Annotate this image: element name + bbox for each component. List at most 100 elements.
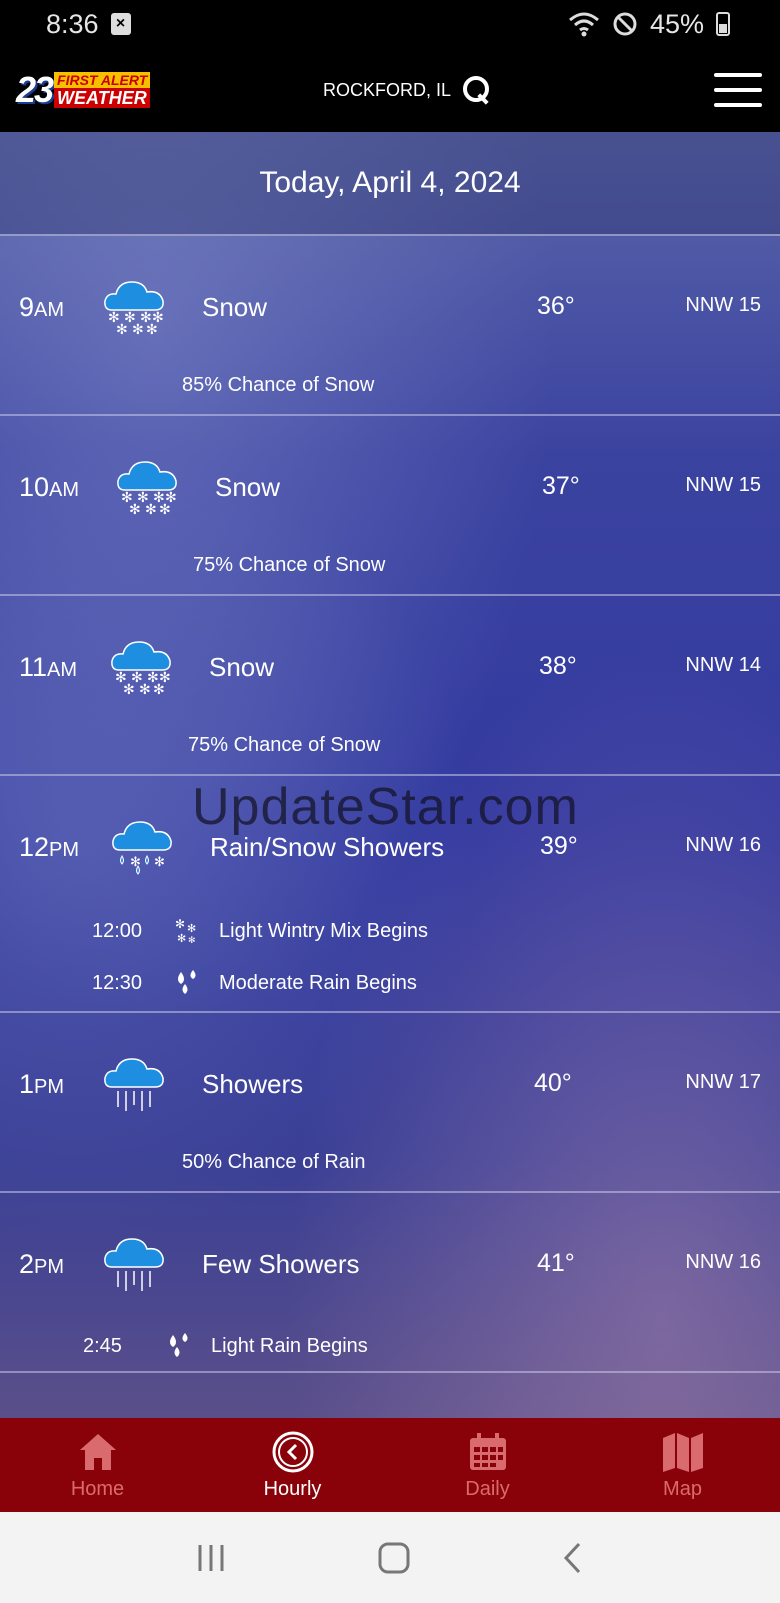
- system-navigation-bar: [0, 1512, 780, 1603]
- bottom-tab-bar: Home Hourly Daily Map: [0, 1418, 780, 1512]
- hour-row[interactable]: 9AM ✻ ✻ ✻ ✻ ✻ ✻ ✻ Snow 36° NNW 15 85% Chance …: [0, 236, 780, 416]
- home-icon: [79, 1433, 116, 1470]
- notification-icon: ×: [110, 13, 131, 35]
- battery-icon: [716, 12, 730, 36]
- hour-time: 1PM: [19, 1069, 65, 1099]
- hour-temp: 37°: [542, 472, 580, 500]
- hour-time: 9AM: [19, 292, 65, 322]
- precip-chance: 75% Chance of Snow: [193, 554, 386, 576]
- tab-daily[interactable]: Daily: [390, 1418, 585, 1512]
- event-time: 2:45: [83, 1334, 122, 1357]
- event-label: Moderate Rain Begins: [219, 971, 417, 994]
- hourly-forecast[interactable]: Today, April 4, 2024 9AM ✻ ✻ ✻ ✻ ✻ ✻ ✻ Snow 3…: [0, 132, 780, 1418]
- tab-label: Home: [70, 1477, 125, 1500]
- hour-row[interactable]: 10AM ✻ ✻ ✻ ✻ ✻ ✻ ✻ Snow 37° NNW 15 75% Chance…: [0, 416, 780, 596]
- calendar-icon: [469, 1432, 506, 1470]
- hour-condition: Few Showers: [202, 1249, 360, 1279]
- location-label: ROCKFORD, IL: [323, 79, 452, 100]
- snow-cloud-icon: ✻ ✻ ✻ ✻ ✻ ✻ ✻: [117, 461, 177, 516]
- hour-wind: NNW 16: [685, 834, 761, 856]
- svg-text:✻: ✻: [159, 501, 171, 516]
- logo-weather: WEATHER: [54, 88, 151, 108]
- snow-cloud-icon: ✻ ✻ ✻ ✻ ✻ ✻ ✻: [104, 281, 164, 336]
- hour-wind: NNW 16: [685, 1251, 761, 1273]
- station-logo[interactable]: 23 FIRST ALERT WEATHER: [16, 69, 151, 111]
- event-time: 12:00: [92, 919, 143, 942]
- hour-wind: NNW 15: [685, 294, 761, 316]
- app-header: 23 FIRST ALERT WEATHER ROCKFORD, IL: [0, 48, 780, 132]
- hour-time: 12PM: [19, 832, 80, 862]
- hamburger-menu-icon[interactable]: [714, 73, 762, 107]
- raindrops-icon: [170, 1333, 188, 1357]
- clock-icon: [272, 1431, 313, 1472]
- svg-text:✻: ✻: [154, 854, 165, 869]
- wifi-icon: [568, 12, 599, 37]
- tab-label: Map: [663, 1477, 702, 1500]
- back-icon[interactable]: [561, 1541, 585, 1575]
- raindrops-icon: [178, 970, 196, 994]
- hour-temp: 40°: [534, 1069, 572, 1097]
- svg-text:✻: ✻: [145, 501, 157, 516]
- svg-text:✻: ✻: [188, 935, 196, 944]
- event-label: Light Wintry Mix Begins: [219, 919, 428, 942]
- search-icon[interactable]: [461, 74, 493, 106]
- hour-wind: NNW 14: [685, 654, 761, 676]
- svg-text:✻: ✻: [132, 321, 144, 336]
- tab-hourly[interactable]: Hourly: [195, 1418, 390, 1512]
- recent-apps-icon[interactable]: [195, 1543, 227, 1573]
- svg-text:✻: ✻: [187, 923, 196, 935]
- event-label: Light Rain Begins: [211, 1334, 368, 1357]
- wintry-mix-icon: ✻ ✻ ✻ ✻: [175, 917, 196, 944]
- showers-cloud-icon: [104, 1238, 164, 1291]
- logo-first-alert: FIRST ALERT: [54, 72, 151, 88]
- svg-text:✻: ✻: [177, 933, 186, 944]
- precip-chance: 50% Chance of Rain: [182, 1151, 366, 1173]
- map-icon: [662, 1432, 703, 1472]
- svg-text:✻: ✻: [129, 501, 141, 516]
- showers-cloud-icon: [104, 1058, 164, 1111]
- svg-text:✻: ✻: [116, 321, 128, 336]
- svg-text:✻: ✻: [130, 854, 141, 869]
- hour-row[interactable]: 11AM ✻ ✻ ✻ ✻ ✻ ✻ ✻ Snow 38° NNW 14 75% Chance…: [0, 596, 780, 776]
- event-time: 12:30: [92, 971, 143, 994]
- hour-condition: Showers: [202, 1069, 304, 1099]
- svg-text:✻: ✻: [123, 681, 135, 696]
- hour-condition: Snow: [215, 472, 281, 502]
- precip-event: 12:30 Moderate Rain Begins: [0, 968, 780, 998]
- svg-text:✻: ✻: [175, 917, 185, 931]
- home-nav-icon[interactable]: [377, 1541, 411, 1575]
- watermark: UpdateStar.com: [192, 778, 579, 836]
- hour-row[interactable]: 1PM Showers 40° NNW 17 50% Chance of Rai…: [0, 1013, 780, 1193]
- status-bar: 8:36 × 45%: [0, 0, 780, 48]
- date-title: Today, April 4, 2024: [0, 132, 780, 236]
- tab-home[interactable]: Home: [0, 1418, 195, 1512]
- hour-temp: 38°: [539, 652, 577, 680]
- hour-temp: 36°: [537, 292, 575, 320]
- status-time: 8:36: [46, 8, 99, 39]
- hour-time: 10AM: [19, 472, 80, 502]
- svg-text:✻: ✻: [146, 321, 158, 336]
- precip-chance: 85% Chance of Snow: [182, 374, 375, 396]
- hour-wind: NNW 15: [685, 474, 761, 496]
- svg-text:✻: ✻: [139, 681, 151, 696]
- hour-row[interactable]: 2PM Few Showers 41° NNW 16 2:45 Light Ra…: [0, 1193, 780, 1373]
- location-selector[interactable]: ROCKFORD, IL: [323, 74, 493, 106]
- hour-wind: NNW 17: [685, 1071, 761, 1093]
- rain-snow-cloud-icon: ✻ ✻: [112, 821, 172, 875]
- logo-number: 23: [16, 69, 54, 110]
- snow-cloud-icon: ✻ ✻ ✻ ✻ ✻ ✻ ✻: [111, 641, 171, 696]
- precip-event: 12:00 ✻ ✻ ✻ ✻ Light Wintry Mix Begins: [0, 916, 780, 946]
- hour-condition: Snow: [209, 652, 275, 682]
- tab-map[interactable]: Map: [585, 1418, 780, 1512]
- tab-label: Daily: [465, 1477, 510, 1500]
- hour-temp: 41°: [537, 1249, 575, 1277]
- precip-chance: 75% Chance of Snow: [188, 734, 381, 756]
- hour-condition: Snow: [202, 292, 268, 322]
- precip-event: 2:45 Light Rain Begins: [0, 1331, 780, 1361]
- tab-label: Hourly: [263, 1477, 322, 1500]
- hour-time: 11AM: [19, 652, 78, 682]
- svg-text:✻: ✻: [153, 681, 165, 696]
- do-not-disturb-icon: [613, 12, 637, 36]
- battery-percent: 45%: [649, 8, 704, 39]
- hour-time: 2PM: [19, 1249, 65, 1279]
